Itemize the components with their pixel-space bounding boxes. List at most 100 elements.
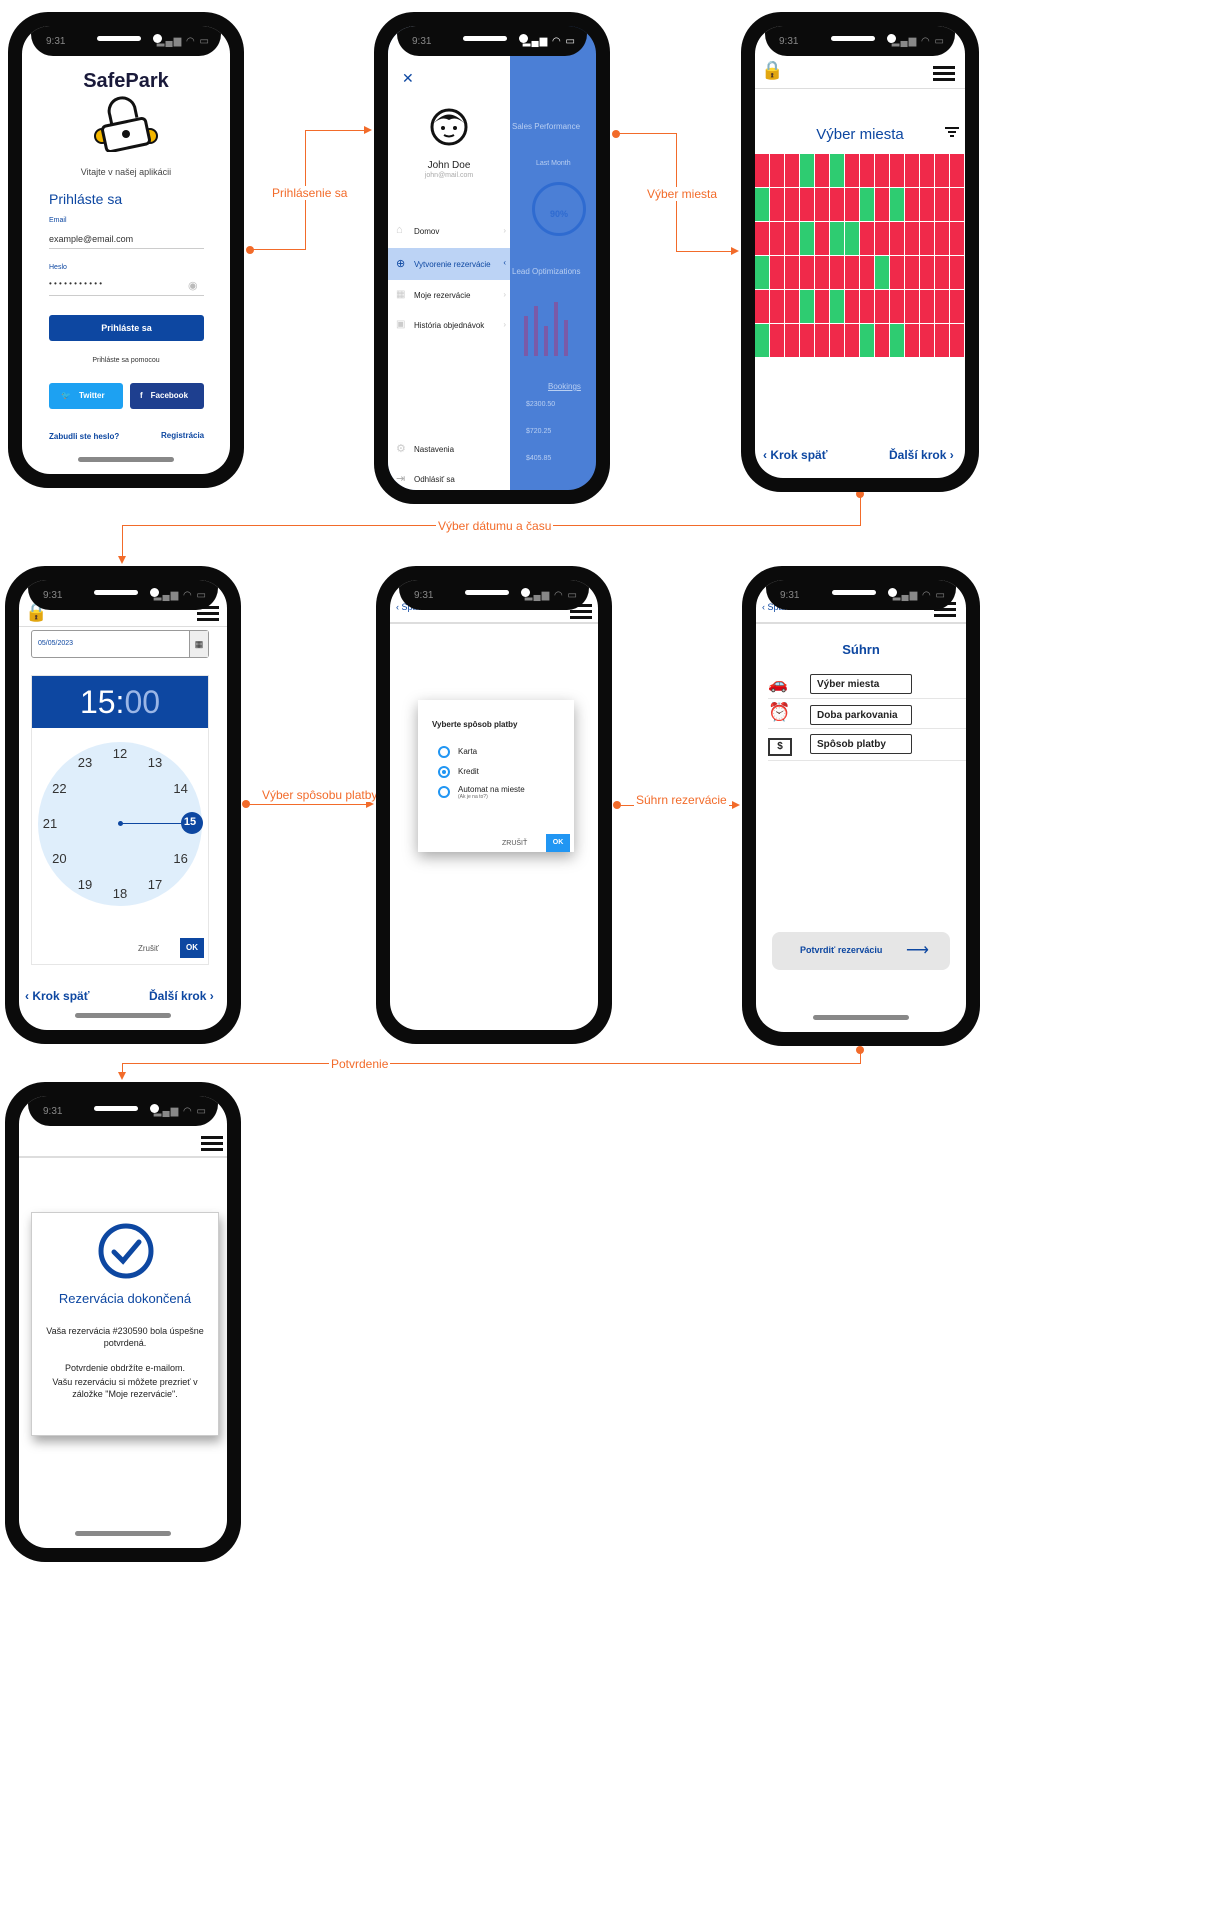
- parking-spot-free[interactable]: [830, 222, 844, 255]
- ok-button[interactable]: OK: [546, 834, 570, 852]
- close-icon[interactable]: ✕: [402, 70, 414, 87]
- cancel-button[interactable]: Zrušiť: [138, 944, 159, 953]
- date-input[interactable]: 05/05/2023 ▦: [31, 630, 209, 658]
- menu-icon[interactable]: [933, 66, 955, 82]
- parking-spot-taken[interactable]: [830, 256, 844, 289]
- parking-spot-taken[interactable]: [815, 256, 829, 289]
- parking-spot-free[interactable]: [875, 256, 889, 289]
- register-link[interactable]: Registrácia: [161, 431, 204, 440]
- parking-spot-free[interactable]: [755, 256, 769, 289]
- clock-number[interactable]: 14: [169, 781, 193, 796]
- parking-spot-taken[interactable]: [950, 188, 964, 221]
- parking-spot-taken[interactable]: [920, 188, 934, 221]
- radio-credit[interactable]: [438, 766, 450, 778]
- menu-item-logout[interactable]: ⇥ Odhlásiť sa: [388, 470, 510, 490]
- parking-spot-taken[interactable]: [770, 222, 784, 255]
- parking-spot-taken[interactable]: [785, 154, 799, 187]
- summary-field-spot[interactable]: Výber miesta: [810, 674, 912, 694]
- hour-value[interactable]: 15: [80, 684, 116, 720]
- parking-spot-free[interactable]: [890, 324, 904, 357]
- parking-spot-taken[interactable]: [950, 154, 964, 187]
- parking-spot-taken[interactable]: [935, 256, 949, 289]
- parking-spot-taken[interactable]: [845, 188, 859, 221]
- parking-spot-free[interactable]: [800, 154, 814, 187]
- parking-spot-taken[interactable]: [785, 290, 799, 323]
- cancel-button[interactable]: ZRUŠIŤ: [502, 840, 527, 847]
- parking-spot-taken[interactable]: [860, 290, 874, 323]
- parking-spot-taken[interactable]: [935, 290, 949, 323]
- clock-number[interactable]: 15: [178, 816, 202, 828]
- clock-number[interactable]: 17: [143, 877, 167, 892]
- menu-item-my-reservations[interactable]: ▦ Moje rezervácie ›: [388, 286, 510, 306]
- calendar-icon[interactable]: ▦: [189, 631, 208, 657]
- parking-spot-free[interactable]: [755, 324, 769, 357]
- parking-spot-taken[interactable]: [875, 290, 889, 323]
- parking-spot-taken[interactable]: [845, 324, 859, 357]
- parking-spot-taken[interactable]: [920, 324, 934, 357]
- radio-card[interactable]: [438, 746, 450, 758]
- summary-field-duration[interactable]: Doba parkovania: [810, 705, 912, 725]
- parking-spot-taken[interactable]: [770, 324, 784, 357]
- parking-spot-taken[interactable]: [770, 188, 784, 221]
- twitter-button[interactable]: 🐦 Twitter: [49, 383, 123, 409]
- parking-spot-taken[interactable]: [815, 154, 829, 187]
- parking-spot-taken[interactable]: [890, 154, 904, 187]
- parking-spot-taken[interactable]: [890, 256, 904, 289]
- parking-spot-free[interactable]: [830, 290, 844, 323]
- parking-spot-taken[interactable]: [755, 154, 769, 187]
- parking-spot-taken[interactable]: [755, 290, 769, 323]
- parking-spot-taken[interactable]: [755, 222, 769, 255]
- parking-spot-taken[interactable]: [770, 256, 784, 289]
- clock-number[interactable]: 18: [108, 886, 132, 901]
- parking-spot-taken[interactable]: [950, 290, 964, 323]
- radio-machine[interactable]: [438, 786, 450, 798]
- parking-spot-taken[interactable]: [905, 256, 919, 289]
- clock-number[interactable]: 22: [47, 781, 71, 796]
- parking-spot-taken[interactable]: [800, 256, 814, 289]
- clock-dial[interactable]: 12 13 14 15 16 17 18 19 20 21 22 23: [38, 742, 203, 906]
- parking-spot-taken[interactable]: [875, 188, 889, 221]
- parking-spot-free[interactable]: [830, 154, 844, 187]
- ok-button[interactable]: OK: [180, 938, 204, 958]
- parking-spot-taken[interactable]: [845, 290, 859, 323]
- parking-spot-taken[interactable]: [770, 154, 784, 187]
- back-step-link[interactable]: ‹ Krok späť: [25, 989, 89, 1003]
- parking-spot-taken[interactable]: [815, 290, 829, 323]
- parking-spot-taken[interactable]: [815, 324, 829, 357]
- parking-spot-taken[interactable]: [785, 324, 799, 357]
- parking-spot-taken[interactable]: [770, 290, 784, 323]
- minute-value[interactable]: 00: [124, 684, 160, 720]
- parking-spot-taken[interactable]: [785, 222, 799, 255]
- parking-spot-taken[interactable]: [905, 290, 919, 323]
- back-step-link[interactable]: ‹ Krok späť: [763, 448, 827, 462]
- parking-spot-taken[interactable]: [845, 154, 859, 187]
- clock-number[interactable]: 13: [143, 755, 167, 770]
- parking-spot-taken[interactable]: [875, 324, 889, 357]
- parking-spot-taken[interactable]: [815, 222, 829, 255]
- parking-spot-taken[interactable]: [950, 324, 964, 357]
- parking-spot-taken[interactable]: [845, 256, 859, 289]
- parking-spot-free[interactable]: [860, 324, 874, 357]
- summary-field-payment[interactable]: Spôsob platby: [810, 734, 912, 754]
- filter-icon[interactable]: [945, 127, 959, 137]
- parking-spot-taken[interactable]: [920, 256, 934, 289]
- parking-spot-taken[interactable]: [815, 188, 829, 221]
- clock-number[interactable]: 19: [73, 877, 97, 892]
- facebook-button[interactable]: f Facebook: [130, 383, 204, 409]
- clock-number[interactable]: 12: [108, 746, 132, 761]
- parking-spot-free[interactable]: [890, 188, 904, 221]
- email-field[interactable]: example@email.com: [49, 234, 204, 249]
- parking-spot-taken[interactable]: [800, 324, 814, 357]
- menu-item-settings[interactable]: ⚙ Nastavenia: [388, 440, 510, 460]
- parking-spot-taken[interactable]: [875, 222, 889, 255]
- clock-number[interactable]: 16: [169, 851, 193, 866]
- clock-number[interactable]: 20: [47, 851, 71, 866]
- parking-spot-taken[interactable]: [935, 222, 949, 255]
- parking-spot-taken[interactable]: [935, 324, 949, 357]
- parking-spot-free[interactable]: [860, 188, 874, 221]
- parking-spot-taken[interactable]: [935, 154, 949, 187]
- parking-spot-free[interactable]: [845, 222, 859, 255]
- parking-spot-taken[interactable]: [920, 222, 934, 255]
- menu-item-order-history[interactable]: ▣ História objednávok ›: [388, 316, 510, 336]
- confirm-reservation-button[interactable]: Potvrdiť rezerváciu ⟶: [772, 932, 950, 970]
